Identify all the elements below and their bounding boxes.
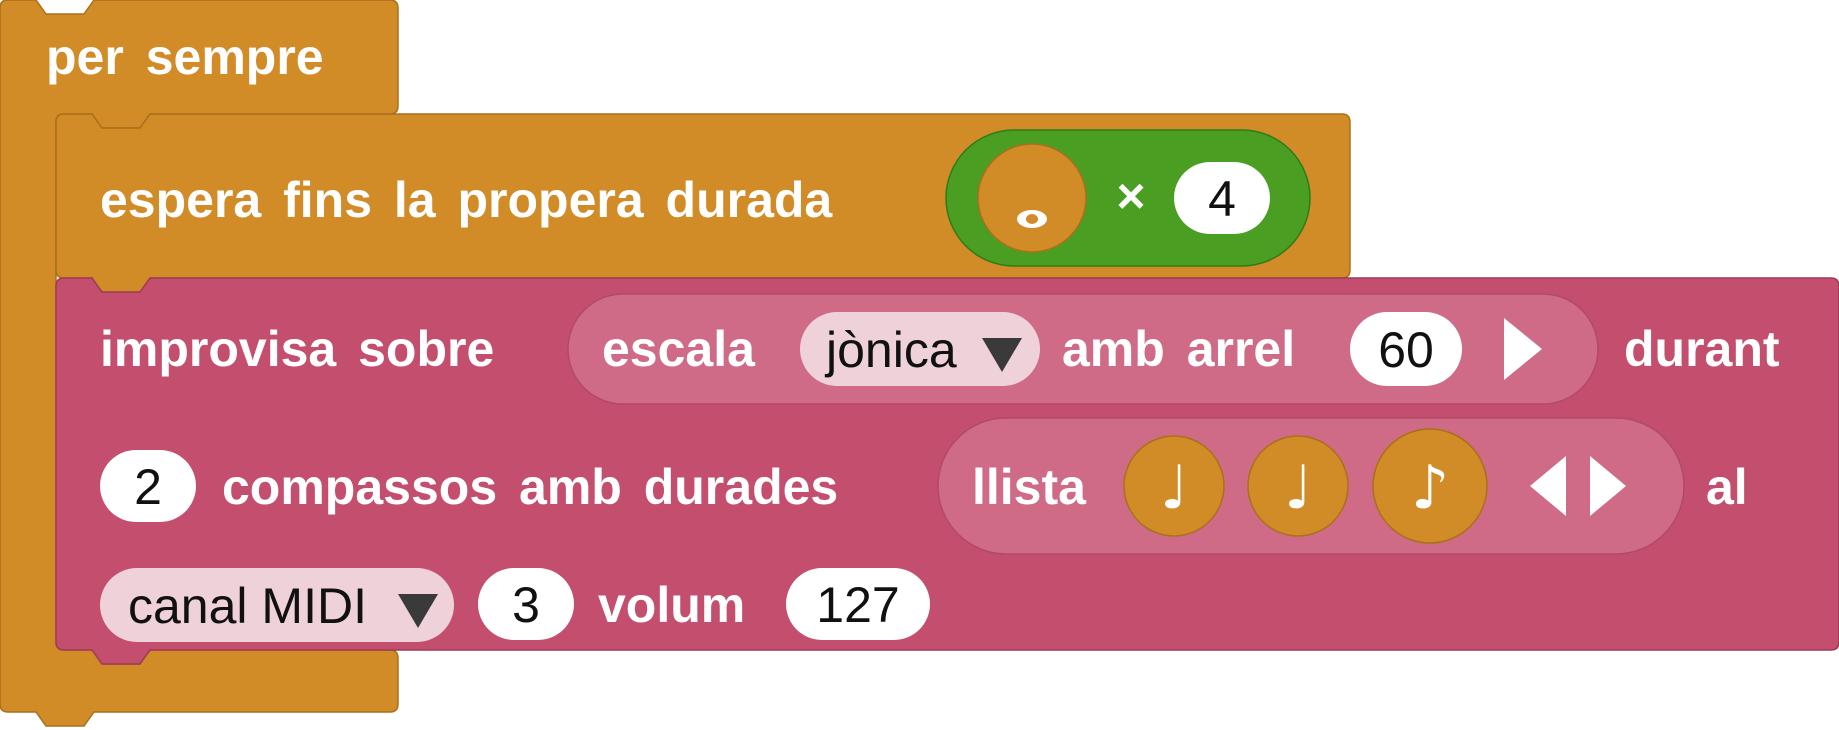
wait-label: espera fins la propera durada — [100, 172, 833, 228]
multiplier-field[interactable]: 4 — [1174, 162, 1270, 234]
blocks-workspace: per sempre espera fins la propera durada… — [0, 0, 1839, 727]
root-label: amb arrel — [1062, 321, 1295, 377]
scale-mode-value: jònica — [824, 322, 957, 378]
bars-label: compassos amb durades — [222, 459, 838, 515]
bars-value: 2 — [134, 459, 162, 515]
durations-list-reporter[interactable]: llista ♩ ♩ ♪ — [937, 417, 1685, 555]
volume-label: volum — [598, 577, 745, 633]
channel-dropdown[interactable]: canal MIDI — [100, 568, 454, 642]
at-label: al — [1706, 459, 1748, 515]
quarter-note-icon[interactable]: ♩ — [1123, 435, 1225, 537]
forever-label: per sempre — [46, 29, 324, 85]
whole-note-icon[interactable] — [977, 143, 1087, 253]
scale-reporter[interactable]: escala jònica amb arrel 60 — [567, 293, 1599, 405]
quarter-note-icon[interactable]: ♩ — [1247, 435, 1349, 537]
volume-field[interactable]: 127 — [786, 568, 930, 640]
root-field[interactable]: 60 — [1350, 312, 1462, 386]
improvise-block[interactable]: improvisa sobre escala jònica amb arrel … — [55, 277, 1839, 665]
root-value: 60 — [1378, 322, 1434, 378]
wait-block[interactable]: espera fins la propera durada × 4 — [55, 113, 1351, 293]
channel-dropdown-label: canal MIDI — [128, 578, 367, 634]
multiplier-value: 4 — [1208, 171, 1236, 227]
eighth-note-icon[interactable]: ♪ — [1372, 428, 1488, 544]
bars-field[interactable]: 2 — [100, 450, 196, 522]
improvise-label: improvisa sobre — [100, 321, 494, 377]
list-item-1-glyph: ♩ — [1160, 453, 1188, 523]
list-label: llista — [972, 459, 1087, 515]
scale-mode-dropdown[interactable]: jònica — [800, 312, 1040, 386]
times-symbol: × — [1116, 168, 1145, 224]
during-label: durant — [1624, 321, 1780, 377]
duration-reporter[interactable]: × 4 — [945, 129, 1311, 267]
list-item-3-glyph: ♪ — [1411, 453, 1449, 523]
list-item-2-glyph: ♩ — [1284, 453, 1312, 523]
volume-value: 127 — [816, 577, 899, 633]
channel-value: 3 — [512, 577, 540, 633]
scale-label: escala — [602, 321, 756, 377]
channel-field[interactable]: 3 — [478, 568, 574, 640]
